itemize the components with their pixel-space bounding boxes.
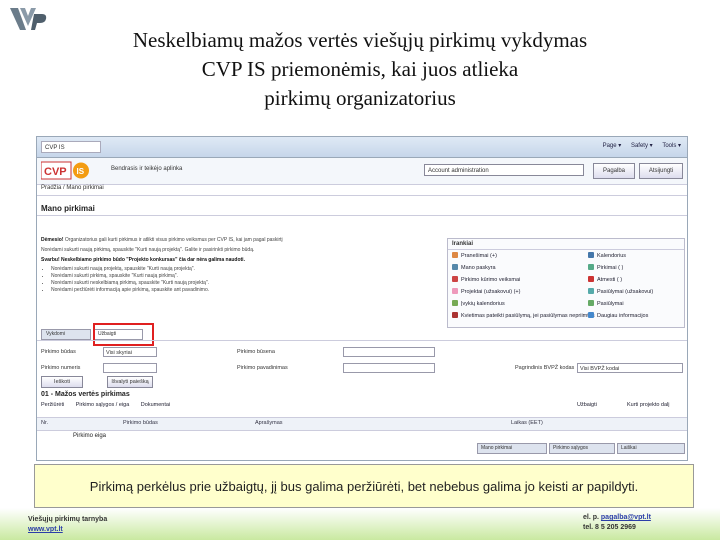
procurement-no-input[interactable] xyxy=(103,363,157,373)
name-input[interactable] xyxy=(343,363,435,373)
footer-site-link[interactable]: www.vpt.lt xyxy=(28,525,107,535)
notice-list: Norėdami sukurti naują projektą, spauski… xyxy=(51,266,441,294)
notice-bold: Svarbu! Neskelbiamo pirkimo būdo "Projek… xyxy=(41,257,245,263)
notice-attention: Dėmesio! xyxy=(41,237,64,243)
status-label: Pirkimo būsena xyxy=(237,349,275,355)
tool-more-info[interactable]: Daugiau informacijos xyxy=(588,312,648,319)
title-line-1: Neskelbiamų mažos vertės viešųjų pirkimų… xyxy=(132,28,588,52)
tool-offers-buyer[interactable]: Pasiūlymai (užsakovui) xyxy=(588,288,653,295)
invite-icon xyxy=(452,312,458,318)
footer-email-prefix: el. p. xyxy=(583,514,599,521)
tool-invitation[interactable]: Kvietimas pateikti pasiūlymą, jei pasiūl… xyxy=(452,312,595,319)
page-title: Mano pirkimai xyxy=(41,204,95,213)
tool-purchases[interactable]: Pirkimai ( ) xyxy=(588,264,623,271)
name-label: Pirkimo pavadinimas xyxy=(237,365,288,371)
folder-icon xyxy=(452,288,458,294)
footer-org: Viešųjų pirkimų tarnyba xyxy=(28,516,108,523)
cart-icon xyxy=(588,264,594,270)
notice-item: Norėdami peržiūrėti informaciją apie pir… xyxy=(51,287,441,294)
title-line-3: pirkimų organizatorius xyxy=(264,86,456,110)
footer-phone: tel. 8 5 205 2969 xyxy=(583,524,636,531)
user-icon xyxy=(452,264,458,270)
close-icon xyxy=(588,276,594,282)
complete-action[interactable]: Užbaigti xyxy=(577,402,597,408)
notice-item: Norėdami sukurti pirkimą, spauskite "Kur… xyxy=(51,273,441,280)
slide-title: Neskelbiamų mažos vertės viešųjų pirkimų… xyxy=(40,26,680,113)
search-button[interactable]: Ieškoti xyxy=(41,376,83,388)
tool-my-account[interactable]: Mano paskyra xyxy=(452,264,496,271)
safety-menu[interactable]: Safety ▾ xyxy=(631,143,653,149)
procurement-type-select[interactable]: Visi skyriai xyxy=(103,347,157,357)
footer-left: Viešųjų pirkimų tarnyba www.vpt.lt xyxy=(28,515,107,535)
divider xyxy=(37,215,687,216)
tool-rejected[interactable]: Atmesti ( ) xyxy=(588,276,622,283)
document-icon xyxy=(588,300,594,306)
svg-text:IS: IS xyxy=(77,167,85,176)
app-screenshot: CVP IS Page ▾ Safety ▾ Tools ▾ CVP IS Be… xyxy=(36,136,688,461)
tool-procurement-steps[interactable]: Pirkimo kūrimo veiksmai xyxy=(452,276,520,283)
tools-panel: Irankiai Pranešimai (+) Mano paskyra Pir… xyxy=(447,238,685,328)
table-header: Nr. Pirkimo būdas Aprašymas Laikas (EET) xyxy=(37,417,687,431)
divider xyxy=(37,195,687,196)
notice-text-2: Norėdami sukurti naują pirkimą, spauskit… xyxy=(41,247,255,253)
view-action[interactable]: Peržiūrėti xyxy=(41,402,64,408)
row-actions: Peržiūrėti Pirkimo sąlygos / eiga Dokume… xyxy=(41,402,180,408)
table-row[interactable]: Pirkimo eiga xyxy=(73,433,106,439)
svg-text:CVP: CVP xyxy=(44,166,67,178)
tool-notifications[interactable]: Pranešimai (+) xyxy=(452,252,497,259)
page-menu[interactable]: Page ▾ xyxy=(603,143,622,149)
clear-search-button[interactable]: Išvalyti paiešką xyxy=(107,376,153,388)
col-type: Pirkimo būdas xyxy=(123,420,158,426)
create-project-part-action[interactable]: Kurti projekto dalį xyxy=(627,402,670,408)
notice-item: Norėdami sukurti neskelbiamą pirkimą, sp… xyxy=(51,280,441,287)
status-select[interactable] xyxy=(343,347,435,357)
cpv-select[interactable]: Visi BVPŽ kodai xyxy=(577,363,683,373)
document-icon xyxy=(588,288,594,294)
col-description: Aprašymas xyxy=(255,420,283,426)
divider xyxy=(37,340,687,341)
title-line-2: CVP IS priemonėmis, kai juos atlieka xyxy=(201,57,519,81)
footer-email-link[interactable]: pagalba@vpt.lt xyxy=(601,514,651,521)
logout-button[interactable]: Atsijungti xyxy=(639,163,683,179)
breadcrumb[interactable]: Pradžia / Mano pirkimai xyxy=(41,185,104,191)
notice-item: Norėdami sukurti naują projektą, spauski… xyxy=(51,266,441,273)
conditions-action[interactable]: Pirkimo sąlygos / eiga xyxy=(76,402,130,408)
browser-tab[interactable]: CVP IS xyxy=(41,141,101,153)
notice-text-1: Organizatorius gali kurti pirkimus ir at… xyxy=(64,237,283,243)
bottom-tab-my-procurements[interactable]: Mano pirkimai xyxy=(477,443,547,454)
mail-icon xyxy=(452,252,458,258)
app-environment-title: Bendrasis ir teikėjo aplinka xyxy=(111,166,183,172)
highlight-completed-tab xyxy=(93,323,154,346)
tool-projects[interactable]: Projektai (užsakovui) (+) xyxy=(452,288,520,295)
procurement-no-label: Pirkimo numeris xyxy=(41,365,81,371)
notice-panel: Dėmesio! Organizatorius gali kurti pirki… xyxy=(41,237,441,294)
bottom-tab-conditions[interactable]: Pirkimo sąlygos xyxy=(549,443,615,454)
tab-ongoing[interactable]: Vykdomi xyxy=(41,329,91,340)
footer: Viešųjų pirkimų tarnyba www.vpt.lt el. p… xyxy=(0,508,720,540)
calendar-icon xyxy=(588,252,594,258)
info-icon xyxy=(588,312,594,318)
footer-right: el. p. pagalba@vpt.lt tel. 8 5 205 2969 xyxy=(583,513,651,533)
app-header: CVP IS Bendrasis ir teikėjo aplinka Acco… xyxy=(37,158,687,185)
alert-icon xyxy=(452,276,458,282)
section-title: 01 - Mažos vertės pirkimas xyxy=(41,391,130,398)
tool-calendar[interactable]: Įvykių kalendorius xyxy=(452,300,505,307)
col-no: Nr. xyxy=(41,420,49,426)
bottom-tab-letters[interactable]: Laiškai xyxy=(617,443,685,454)
col-time: Laikas (EET) xyxy=(511,420,543,426)
documents-action[interactable]: Dokumentai xyxy=(141,402,170,408)
caption-box: Pirkimą perkėlus prie užbaigtų, jį bus g… xyxy=(34,464,694,508)
help-button[interactable]: Pagalba xyxy=(593,163,635,179)
browser-toolbar: CVP IS Page ▾ Safety ▾ Tools ▾ xyxy=(37,137,687,158)
tool-offers[interactable]: Pasiūlymai xyxy=(588,300,624,307)
account-select[interactable]: Account administration xyxy=(424,164,584,176)
cpv-label: Pagrindinis BVPŽ kodas xyxy=(515,365,575,371)
tools-menu[interactable]: Tools ▾ xyxy=(662,143,681,149)
procurement-type-label: Pirkimo būdas xyxy=(41,349,76,355)
calendar-icon xyxy=(452,300,458,306)
cvp-is-logo: CVP IS xyxy=(41,161,89,180)
tools-heading: Irankiai xyxy=(448,239,684,250)
tool-kalendorius[interactable]: Kalendorius xyxy=(588,252,626,259)
browser-tools: Page ▾ Safety ▾ Tools ▾ xyxy=(595,142,681,149)
